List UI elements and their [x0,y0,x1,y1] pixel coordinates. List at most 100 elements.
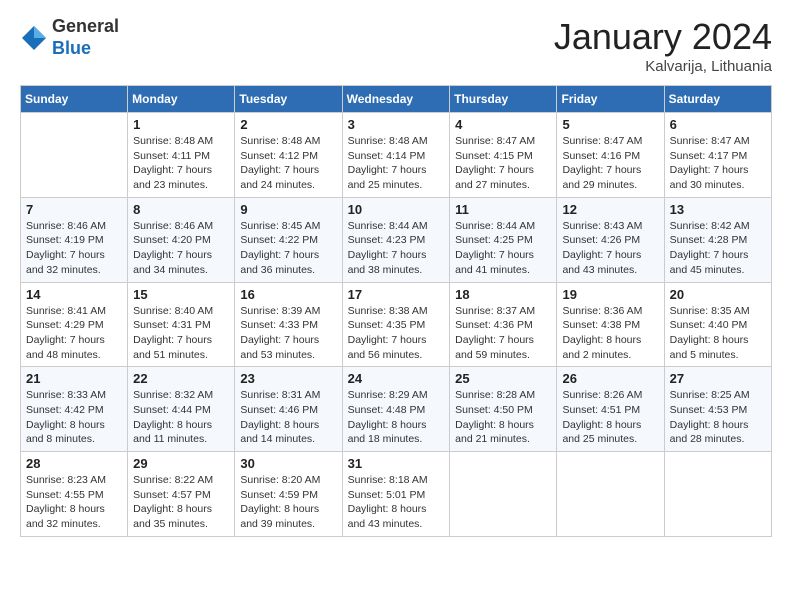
weekday-header-cell: Wednesday [342,86,450,113]
calendar-cell: 1Sunrise: 8:48 AMSunset: 4:11 PMDaylight… [128,113,235,198]
page-header: General Blue January 2024 Kalvarija, Lit… [20,16,772,75]
cell-info-text: Sunrise: 8:33 AMSunset: 4:42 PMDaylight:… [26,388,122,447]
cell-info-text: Sunrise: 8:43 AMSunset: 4:26 PMDaylight:… [562,219,658,278]
calendar-cell: 23 Sunrise: 8:31 AMSunset: 4:46 PMDayligh… [235,367,342,452]
cell-date-number: 19 [562,287,658,302]
cell-date-number: 2 [240,117,336,132]
calendar-cell: 26 Sunrise: 8:26 AMSunset: 4:51 PMDayligh… [557,367,664,452]
calendar-week-row: 21 Sunrise: 8:33 AMSunset: 4:42 PMDayligh… [21,367,772,452]
cell-date-number: 9 [240,202,336,217]
cell-date-number: 5 [562,117,658,132]
calendar-week-row: 7 Sunrise: 8:46 AMSunset: 4:19 PMDaylight… [21,197,772,282]
calendar-cell: 22Sunrise: 8:32 AMSunset: 4:44 PMDayligh… [128,367,235,452]
cell-info-text: Sunrise: 8:31 AMSunset: 4:46 PMDaylight:… [240,388,336,447]
calendar-cell [21,113,128,198]
cell-info-text: Sunrise: 8:38 AMSunset: 4:35 PMDaylight:… [348,304,445,363]
calendar-cell: 8 Sunrise: 8:46 AMSunset: 4:20 PMDaylight… [128,197,235,282]
cell-date-number: 1 [133,117,229,132]
calendar-cell: 4Sunrise: 8:47 AMSunset: 4:15 PMDaylight… [450,113,557,198]
cell-date-number: 17 [348,287,445,302]
location-subtitle: Kalvarija, Lithuania [554,58,772,75]
calendar-cell: 31 Sunrise: 8:18 AMSunset: 5:01 PMDayligh… [342,452,450,537]
calendar-cell: 20Sunrise: 8:35 AMSunset: 4:40 PMDayligh… [664,282,771,367]
cell-info-text: Sunrise: 8:37 AMSunset: 4:36 PMDaylight:… [455,304,551,363]
cell-date-number: 4 [455,117,551,132]
cell-date-number: 13 [670,202,766,217]
calendar-cell: 3 Sunrise: 8:48 AMSunset: 4:14 PMDaylight… [342,113,450,198]
calendar-cell: 13 Sunrise: 8:42 AMSunset: 4:28 PMDayligh… [664,197,771,282]
calendar-cell: 25 Sunrise: 8:28 AMSunset: 4:50 PMDayligh… [450,367,557,452]
calendar-cell [450,452,557,537]
cell-info-text: Sunrise: 8:42 AMSunset: 4:28 PMDaylight:… [670,219,766,278]
cell-date-number: 8 [133,202,229,217]
cell-info-text: Sunrise: 8:47 AMSunset: 4:16 PMDaylight:… [562,134,658,193]
calendar-cell: 17 Sunrise: 8:38 AMSunset: 4:35 PMDayligh… [342,282,450,367]
calendar-body: 1Sunrise: 8:48 AMSunset: 4:11 PMDaylight… [21,113,772,537]
calendar-cell: 19 Sunrise: 8:36 AMSunset: 4:38 PMDayligh… [557,282,664,367]
cell-info-text: Sunrise: 8:39 AMSunset: 4:33 PMDaylight:… [240,304,336,363]
calendar-cell: 16 Sunrise: 8:39 AMSunset: 4:33 PMDayligh… [235,282,342,367]
logo: General Blue [20,16,119,59]
title-block: January 2024 Kalvarija, Lithuania [554,16,772,75]
cell-date-number: 16 [240,287,336,302]
month-year-title: January 2024 [554,16,772,58]
cell-info-text: Sunrise: 8:35 AMSunset: 4:40 PMDaylight:… [670,304,766,363]
cell-info-text: Sunrise: 8:22 AMSunset: 4:57 PMDaylight:… [133,473,229,532]
cell-info-text: Sunrise: 8:25 AMSunset: 4:53 PMDaylight:… [670,388,766,447]
weekday-header-cell: Saturday [664,86,771,113]
calendar-cell: 30 Sunrise: 8:20 AMSunset: 4:59 PMDayligh… [235,452,342,537]
cell-date-number: 12 [562,202,658,217]
calendar-cell: 5 Sunrise: 8:47 AMSunset: 4:16 PMDaylight… [557,113,664,198]
cell-date-number: 6 [670,117,766,132]
calendar-cell: 10 Sunrise: 8:44 AMSunset: 4:23 PMDayligh… [342,197,450,282]
calendar-cell [557,452,664,537]
cell-date-number: 7 [26,202,122,217]
cell-date-number: 14 [26,287,122,302]
cell-date-number: 30 [240,456,336,471]
cell-date-number: 28 [26,456,122,471]
cell-date-number: 21 [26,371,122,386]
cell-info-text: Sunrise: 8:20 AMSunset: 4:59 PMDaylight:… [240,473,336,532]
cell-info-text: Sunrise: 8:26 AMSunset: 4:51 PMDaylight:… [562,388,658,447]
cell-date-number: 26 [562,371,658,386]
calendar-cell: 29Sunrise: 8:22 AMSunset: 4:57 PMDayligh… [128,452,235,537]
calendar-cell: 12 Sunrise: 8:43 AMSunset: 4:26 PMDayligh… [557,197,664,282]
cell-info-text: Sunrise: 8:44 AMSunset: 4:25 PMDaylight:… [455,219,551,278]
calendar-cell: 6Sunrise: 8:47 AMSunset: 4:17 PMDaylight… [664,113,771,198]
calendar-week-row: 1Sunrise: 8:48 AMSunset: 4:11 PMDaylight… [21,113,772,198]
calendar-cell: 9Sunrise: 8:45 AMSunset: 4:22 PMDaylight… [235,197,342,282]
calendar-cell: 24Sunrise: 8:29 AMSunset: 4:48 PMDayligh… [342,367,450,452]
cell-info-text: Sunrise: 8:28 AMSunset: 4:50 PMDaylight:… [455,388,551,447]
cell-info-text: Sunrise: 8:36 AMSunset: 4:38 PMDaylight:… [562,304,658,363]
cell-date-number: 25 [455,371,551,386]
cell-date-number: 3 [348,117,445,132]
cell-info-text: Sunrise: 8:46 AMSunset: 4:20 PMDaylight:… [133,219,229,278]
calendar-week-row: 28 Sunrise: 8:23 AMSunset: 4:55 PMDayligh… [21,452,772,537]
cell-info-text: Sunrise: 8:48 AMSunset: 4:12 PMDaylight:… [240,134,336,193]
cell-date-number: 23 [240,371,336,386]
weekday-header-cell: Sunday [21,86,128,113]
cell-date-number: 31 [348,456,445,471]
calendar-cell: 2 Sunrise: 8:48 AMSunset: 4:12 PMDaylight… [235,113,342,198]
cell-date-number: 24 [348,371,445,386]
cell-date-number: 27 [670,371,766,386]
cell-date-number: 10 [348,202,445,217]
cell-info-text: Sunrise: 8:40 AMSunset: 4:31 PMDaylight:… [133,304,229,363]
cell-date-number: 11 [455,202,551,217]
weekday-header-cell: Monday [128,86,235,113]
logo-icon [20,24,48,52]
cell-info-text: Sunrise: 8:46 AMSunset: 4:19 PMDaylight:… [26,219,122,278]
cell-info-text: Sunrise: 8:18 AMSunset: 5:01 PMDaylight:… [348,473,445,532]
logo-text: General Blue [52,16,119,59]
cell-info-text: Sunrise: 8:44 AMSunset: 4:23 PMDaylight:… [348,219,445,278]
cell-info-text: Sunrise: 8:41 AMSunset: 4:29 PMDaylight:… [26,304,122,363]
calendar-cell: 27 Sunrise: 8:25 AMSunset: 4:53 PMDayligh… [664,367,771,452]
calendar-cell [664,452,771,537]
calendar-cell: 7 Sunrise: 8:46 AMSunset: 4:19 PMDaylight… [21,197,128,282]
cell-date-number: 22 [133,371,229,386]
calendar-table: SundayMondayTuesdayWednesdayThursdayFrid… [20,85,772,537]
calendar-cell: 15Sunrise: 8:40 AMSunset: 4:31 PMDayligh… [128,282,235,367]
cell-info-text: Sunrise: 8:48 AMSunset: 4:14 PMDaylight:… [348,134,445,193]
calendar-cell: 14 Sunrise: 8:41 AMSunset: 4:29 PMDayligh… [21,282,128,367]
cell-info-text: Sunrise: 8:23 AMSunset: 4:55 PMDaylight:… [26,473,122,532]
